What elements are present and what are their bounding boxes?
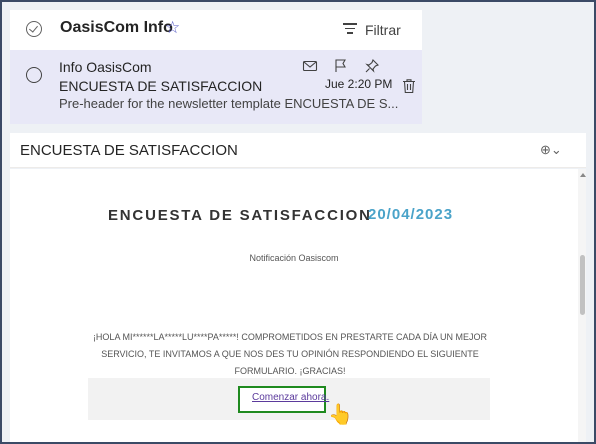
email-heading: ENCUESTA DE SATISFACCION (108, 207, 372, 224)
select-all-check-icon[interactable] (26, 21, 42, 37)
email-body: ENCUESTA DE SATISFACCION 20/04/2023 Noti… (10, 169, 586, 442)
message-preview: Pre-header for the newsletter template E… (59, 96, 399, 111)
reading-pane-header: ENCUESTA DE SATISFACCION ⊕⌄ (10, 133, 586, 168)
filter-button[interactable]: Filtrar (365, 22, 401, 38)
email-message: ¡HOLA MI******LA*****LU****PA*****! COMP… (92, 332, 488, 376)
start-now-link[interactable]: Comenzar ahora. (252, 392, 329, 403)
trash-icon[interactable] (402, 78, 416, 94)
filter-icon[interactable] (343, 23, 357, 35)
message-subject: ENCUESTA DE SATISFACCION (59, 78, 263, 94)
mail-list-item[interactable]: Info OasisCom ENCUESTA DE SATISFACCION P… (10, 50, 422, 124)
notification-label: Notificación Oasiscom (249, 253, 339, 263)
email-date: 20/04/2023 (368, 206, 454, 223)
pin-icon[interactable] (364, 58, 380, 74)
message-sender: Info OasisCom (59, 59, 152, 75)
folder-title: OasisCom Info (60, 19, 173, 36)
flag-icon[interactable] (333, 58, 349, 74)
message-time: Jue 2:20 PM (325, 77, 393, 91)
list-header: OasisCom Info ☆ Filtrar (10, 10, 422, 50)
zoom-icon[interactable]: ⊕⌄ (540, 142, 562, 158)
message-list-pane: OasisCom Info ☆ Filtrar Info OasisCom EN… (10, 10, 422, 124)
envelope-icon[interactable] (302, 58, 318, 74)
hand-cursor-icon: 👆 (328, 404, 353, 426)
favorite-star-icon[interactable]: ☆ (165, 18, 180, 38)
select-message-radio[interactable] (26, 67, 42, 83)
window-frame: OasisCom Info ☆ Filtrar Info OasisCom EN… (0, 0, 596, 444)
reading-subject: ENCUESTA DE SATISFACCION (20, 142, 238, 159)
scrollbar-thumb[interactable] (580, 255, 585, 315)
scroll-up-arrow-icon[interactable] (580, 173, 586, 177)
